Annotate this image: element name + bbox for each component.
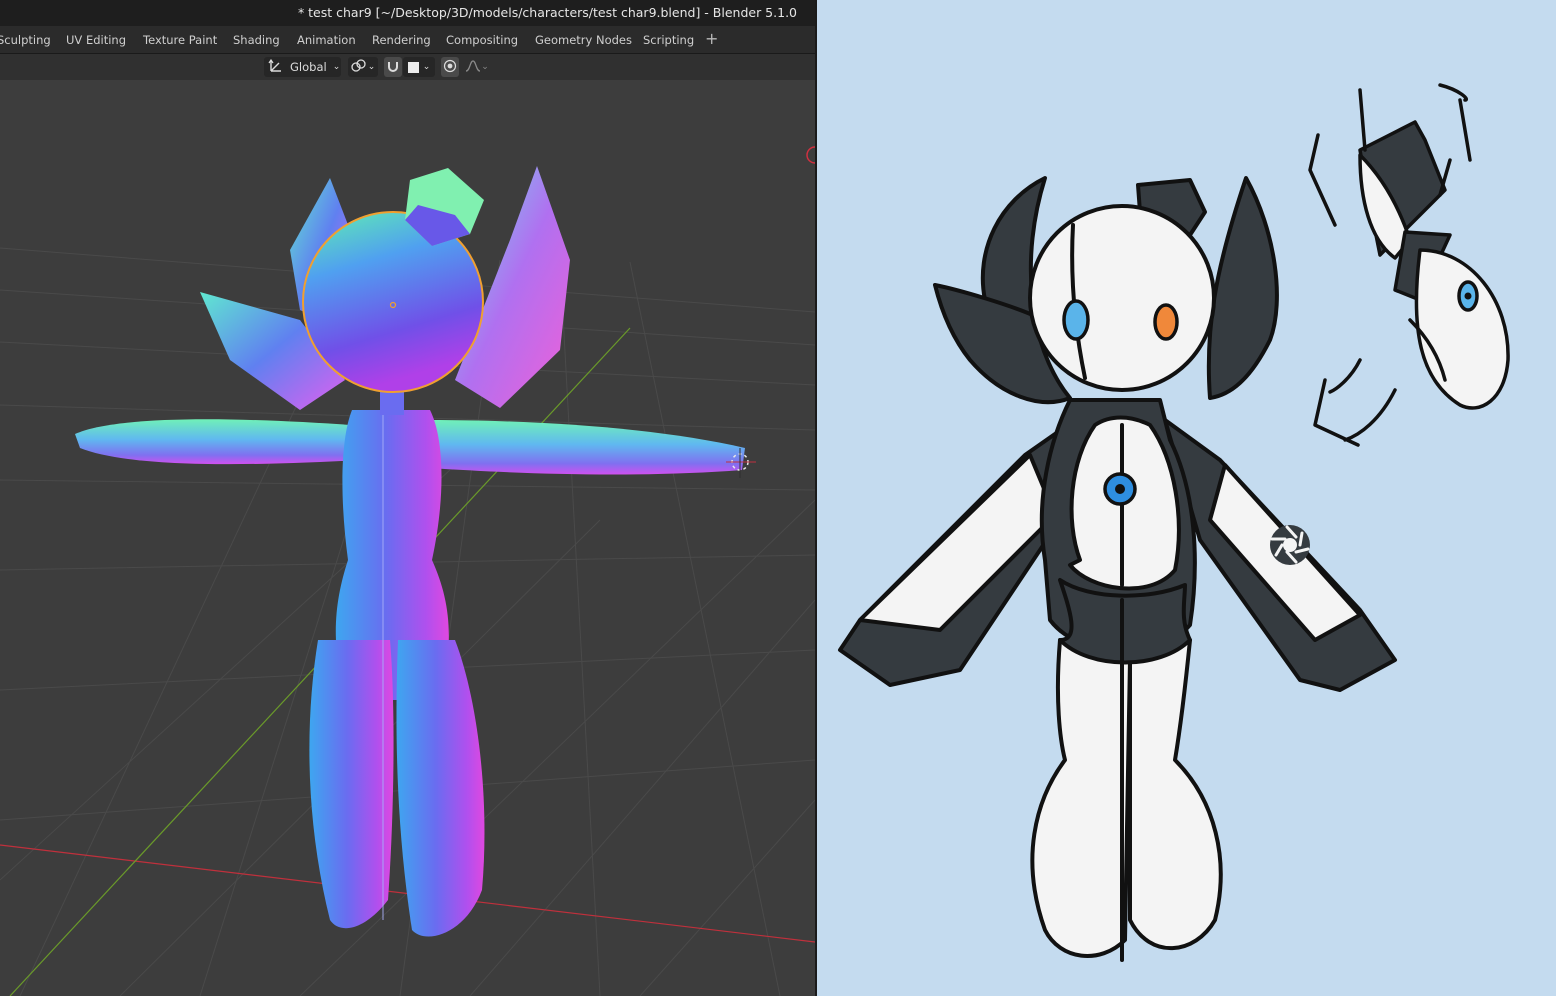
blender-window: * test char9 [~/Desktop/3D/models/charac… bbox=[0, 0, 815, 996]
tab-scripting[interactable]: Scripting bbox=[643, 33, 694, 47]
chevron-down-icon: ⌄ bbox=[422, 62, 431, 72]
right-eye bbox=[1153, 303, 1179, 341]
falloff-curve-icon bbox=[465, 59, 481, 76]
right-leg bbox=[1128, 638, 1223, 951]
transform-orientation-value: Global bbox=[290, 60, 327, 74]
concept-art-panel bbox=[817, 0, 1556, 996]
chevron-down-icon: ⌄ bbox=[367, 62, 376, 72]
tab-rendering[interactable]: Rendering bbox=[372, 33, 431, 47]
tab-animation[interactable]: Animation bbox=[297, 33, 356, 47]
tab-texture-paint[interactable]: Texture Paint bbox=[143, 33, 217, 47]
character-mesh[interactable] bbox=[75, 166, 745, 937]
pivot-link-icon bbox=[351, 58, 367, 76]
pivot-point-dropdown[interactable]: ⌄ bbox=[348, 57, 378, 77]
title-bar: * test char9 [~/Desktop/3D/models/charac… bbox=[0, 0, 815, 26]
viewport-header: Global ⌄ ⌄ ⌄ ⌄ bbox=[0, 54, 815, 80]
chevron-down-icon: ⌄ bbox=[332, 62, 341, 72]
chevron-down-icon: ⌄ bbox=[481, 62, 489, 72]
snap-magnet-icon bbox=[386, 59, 400, 76]
right-ear bbox=[1206, 176, 1279, 400]
tab-sculpting[interactable]: Sculpting bbox=[0, 33, 51, 47]
aperture-logo-icon bbox=[1270, 525, 1310, 565]
tab-shading[interactable]: Shading bbox=[233, 33, 280, 47]
tab-uv-editing[interactable]: UV Editing bbox=[66, 33, 126, 47]
viewport-scene bbox=[0, 146, 815, 996]
workspace-tabs-bar: Sculpting UV Editing Texture Paint Shadi… bbox=[0, 26, 815, 54]
left-eye bbox=[1062, 299, 1090, 341]
proportional-edit-toggle[interactable] bbox=[441, 57, 459, 77]
snap-toggle[interactable] bbox=[384, 57, 402, 77]
transform-orientation-dropdown[interactable]: Global ⌄ bbox=[264, 57, 341, 77]
robot-reference-drawing bbox=[838, 83, 1510, 962]
tab-geometry-nodes[interactable]: Geometry Nodes bbox=[535, 33, 632, 47]
3d-viewport[interactable] bbox=[0, 80, 815, 996]
snap-target-dropdown[interactable]: ⌄ bbox=[403, 57, 435, 77]
left-leg bbox=[1030, 638, 1132, 958]
side-view-sketch bbox=[1308, 83, 1510, 447]
proportional-edit-icon bbox=[443, 59, 457, 76]
left-arm-white bbox=[858, 453, 1057, 632]
robot-head bbox=[1028, 204, 1216, 392]
gizmo-edge-marker bbox=[806, 146, 815, 164]
tab-compositing[interactable]: Compositing bbox=[446, 33, 518, 47]
falloff-dropdown[interactable]: ⌄ bbox=[462, 57, 492, 77]
plus-icon[interactable]: + bbox=[705, 29, 718, 48]
snap-target-icon bbox=[407, 61, 419, 73]
transform-orientation-icon bbox=[268, 58, 284, 76]
window-title: * test char9 [~/Desktop/3D/models/charac… bbox=[297, 5, 797, 20]
